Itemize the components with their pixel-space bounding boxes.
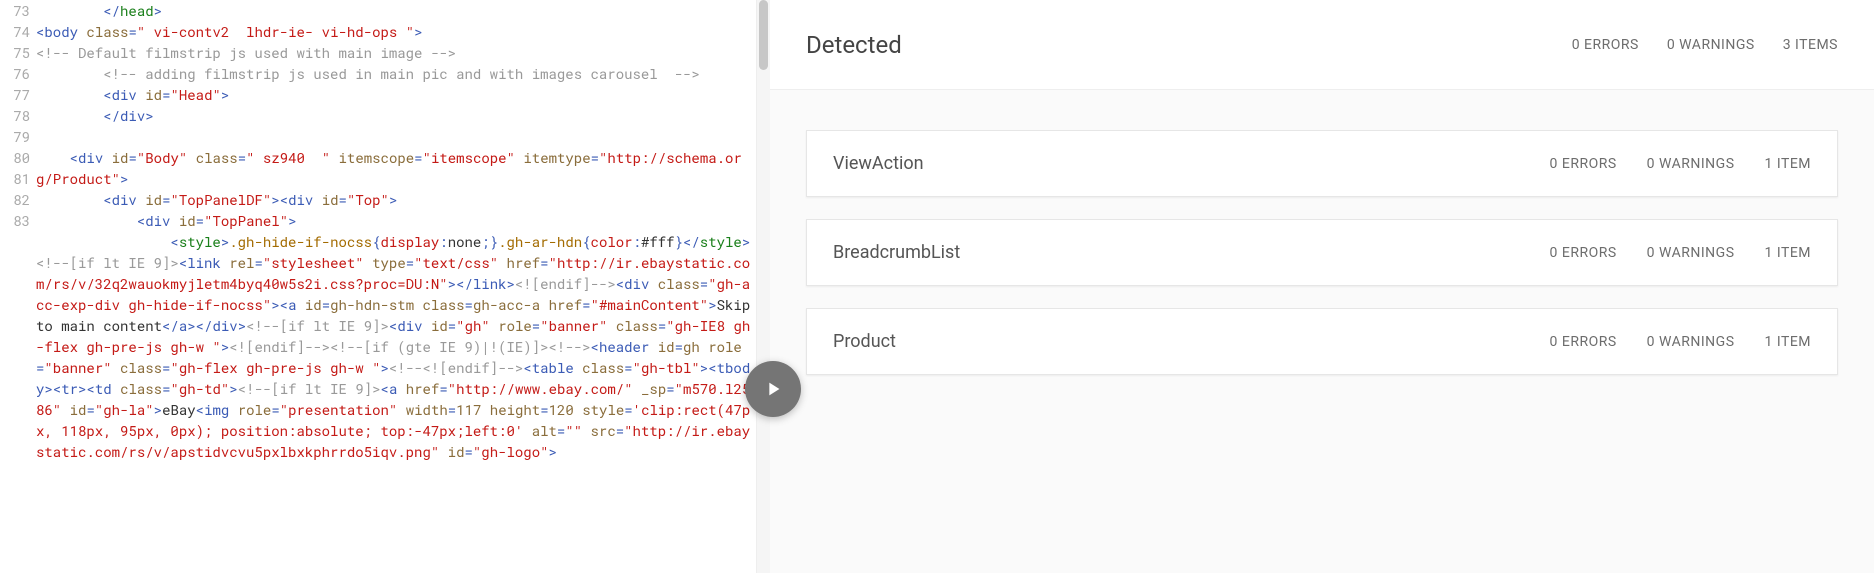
- code-line: <body class=" vi-contv2 lhdr-ie- vi-hd-o…: [36, 21, 758, 42]
- line-number: 75: [0, 42, 30, 63]
- results-title: Detected: [806, 31, 902, 59]
- line-number: 73: [0, 0, 30, 21]
- line-number: 79: [0, 126, 30, 147]
- code-editor[interactable]: 7374757677787980818283 </head><body clas…: [0, 0, 770, 573]
- summary-warnings: 0 WARNINGS: [1667, 37, 1755, 53]
- line-gutter: 7374757677787980818283: [0, 0, 36, 573]
- results-list: ViewAction0 ERRORS0 WARNINGS1 ITEMBreadc…: [770, 90, 1874, 375]
- code-line: <div id="Body" class=" sz940 " itemscope…: [36, 147, 758, 189]
- line-number: 80: [0, 147, 30, 168]
- results-panel: Detected 0 ERRORS 0 WARNINGS 3 ITEMS Vie…: [770, 0, 1874, 573]
- result-errors: 0 ERRORS: [1550, 245, 1617, 261]
- line-number: 74: [0, 21, 30, 42]
- code-line: </head>: [36, 0, 758, 21]
- line-number: 77: [0, 84, 30, 105]
- line-number: 78: [0, 105, 30, 126]
- result-card[interactable]: Product 0 ERRORS 0 WARNINGS 1 ITEM: [806, 308, 1838, 375]
- code-line: <div id="Head">: [36, 84, 758, 105]
- result-warnings: 0 WARNINGS: [1647, 156, 1735, 172]
- code-line: [36, 126, 758, 147]
- result-card[interactable]: BreadcrumbList 0 ERRORS 0 WARNINGS 1 ITEM: [806, 219, 1838, 286]
- results-header: Detected 0 ERRORS 0 WARNINGS 3 ITEMS: [770, 0, 1874, 90]
- summary-errors: 0 ERRORS: [1572, 37, 1639, 53]
- result-name: Product: [833, 331, 896, 352]
- result-warnings: 0 WARNINGS: [1647, 245, 1735, 261]
- result-errors: 0 ERRORS: [1550, 334, 1617, 350]
- code-line: <!-- adding filmstrip js used in main pi…: [36, 63, 758, 84]
- line-number: 83: [0, 210, 30, 231]
- result-stats: 0 ERRORS 0 WARNINGS 1 ITEM: [1550, 156, 1811, 172]
- line-number: 81: [0, 168, 30, 189]
- code-content[interactable]: </head><body class=" vi-contv2 lhdr-ie- …: [36, 0, 770, 573]
- results-summary: 0 ERRORS 0 WARNINGS 3 ITEMS: [1572, 37, 1838, 53]
- code-line: <style>.gh-hide-if-nocss{display:none;}.…: [36, 231, 758, 462]
- result-stats: 0 ERRORS 0 WARNINGS 1 ITEM: [1550, 245, 1811, 261]
- code-panel: 7374757677787980818283 </head><body clas…: [0, 0, 770, 573]
- line-number: 76: [0, 63, 30, 84]
- result-items: 1 ITEM: [1765, 245, 1811, 261]
- code-line: <!-- Default filmstrip js used with main…: [36, 42, 758, 63]
- result-errors: 0 ERRORS: [1550, 156, 1617, 172]
- result-items: 1 ITEM: [1765, 156, 1811, 172]
- result-stats: 0 ERRORS 0 WARNINGS 1 ITEM: [1550, 334, 1811, 350]
- summary-items: 3 ITEMS: [1783, 37, 1838, 53]
- result-items: 1 ITEM: [1765, 334, 1811, 350]
- result-name: ViewAction: [833, 153, 924, 174]
- app-split: 7374757677787980818283 </head><body clas…: [0, 0, 1874, 573]
- result-name: BreadcrumbList: [833, 242, 960, 263]
- result-card[interactable]: ViewAction 0 ERRORS 0 WARNINGS 1 ITEM: [806, 130, 1838, 197]
- vertical-scrollbar[interactable]: [756, 0, 770, 573]
- scroll-thumb[interactable]: [759, 0, 768, 70]
- line-number: 82: [0, 189, 30, 210]
- code-line: <div id="TopPanel">: [36, 210, 758, 231]
- run-button[interactable]: [745, 361, 801, 417]
- result-warnings: 0 WARNINGS: [1647, 334, 1735, 350]
- play-icon: [762, 378, 784, 400]
- code-line: </div>: [36, 105, 758, 126]
- code-line: <div id="TopPanelDF"><div id="Top">: [36, 189, 758, 210]
